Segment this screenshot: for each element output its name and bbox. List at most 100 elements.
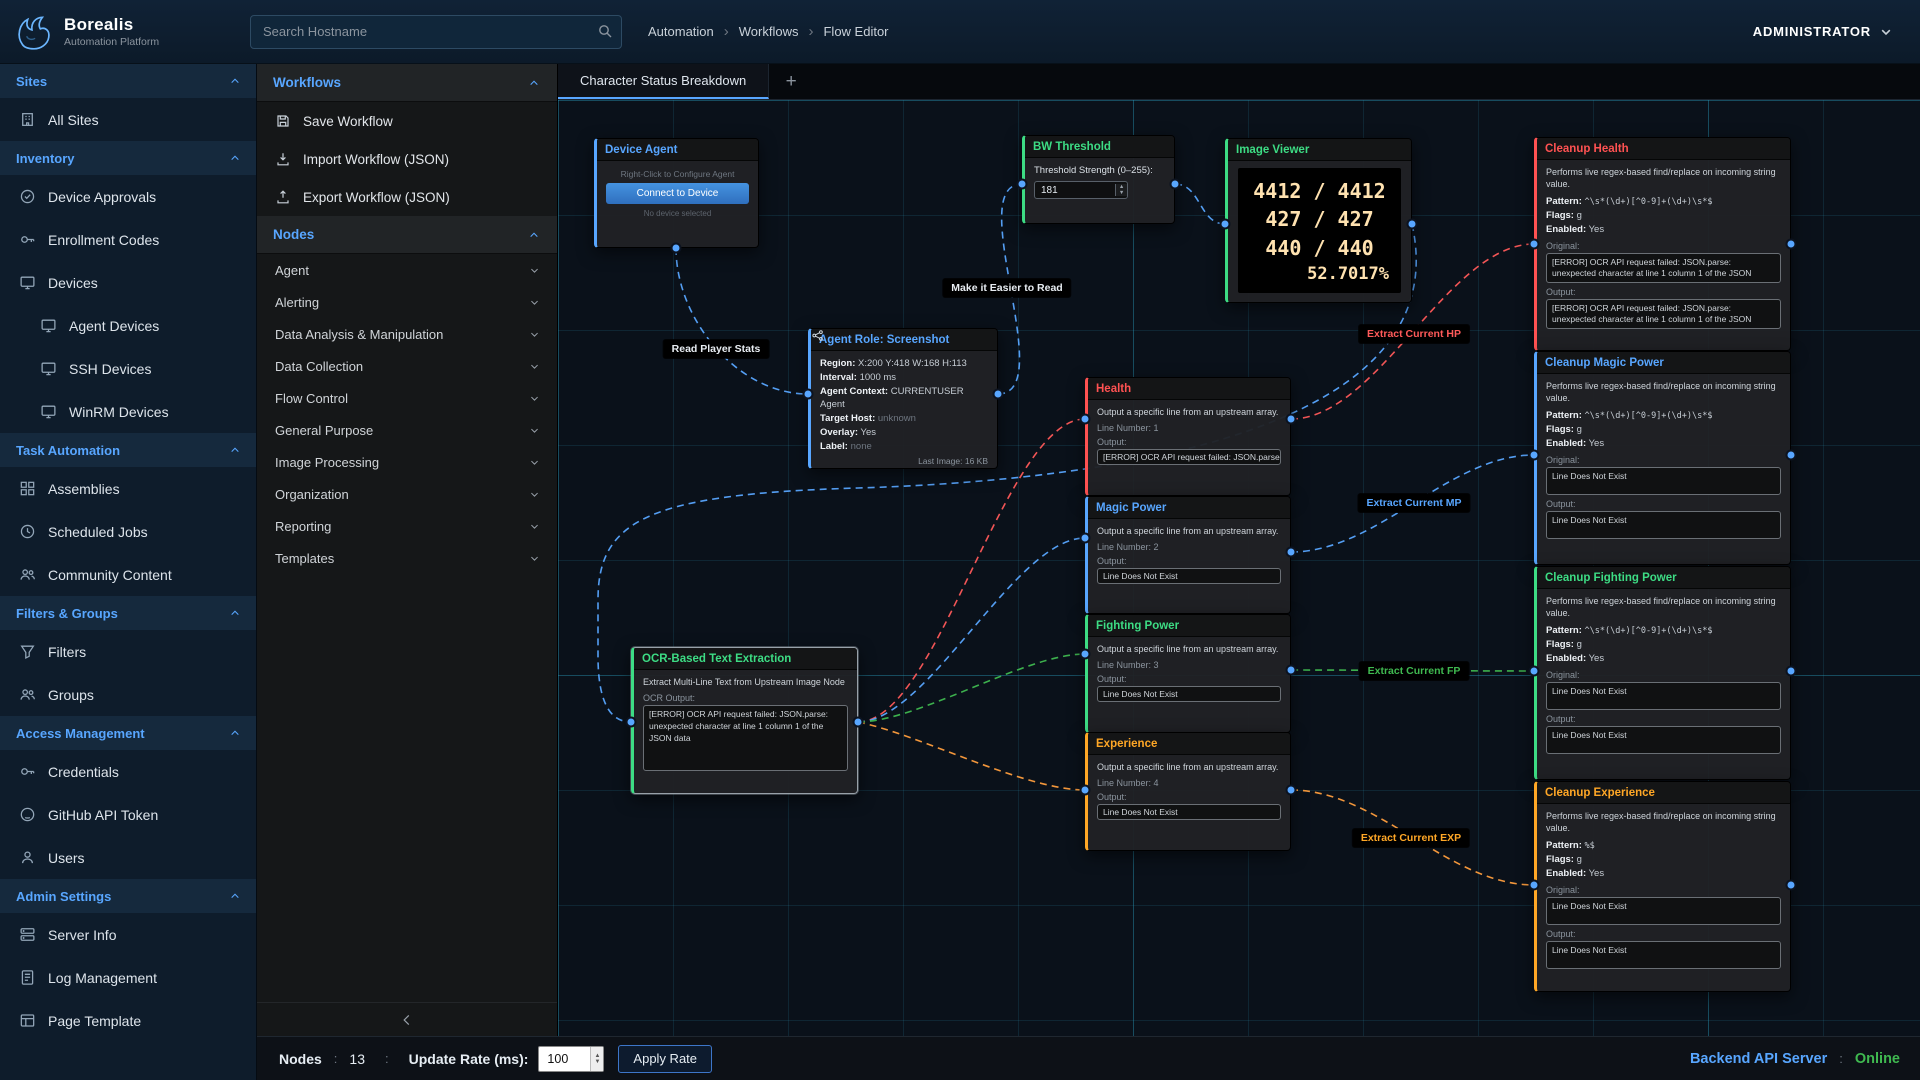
tab-character-status-breakdown[interactable]: Character Status Breakdown [558,64,769,99]
breadcrumb-flow-editor[interactable]: Flow Editor [823,24,888,39]
node-category-alerting[interactable]: Alerting [257,286,557,318]
connection-port[interactable] [1081,650,1090,659]
sidebar-item-label: Agent Devices [69,318,159,334]
sidebar-item-users[interactable]: Users [0,836,256,879]
connection-port[interactable] [1787,240,1796,249]
github-icon [19,806,36,823]
sidebar-item-assemblies[interactable]: Assemblies [0,467,256,510]
spinner-arrows[interactable]: ▲▼ [590,1047,603,1071]
sidebar-item-page-template[interactable]: Page Template [0,999,256,1042]
breadcrumb: Automation › Workflows › Flow Editor [648,23,889,40]
collapse-panel-button[interactable] [257,1002,557,1036]
connection-port[interactable] [994,390,1003,399]
chevron-down-icon [528,392,541,405]
sidebar-item-devices[interactable]: Devices [0,261,256,304]
sidebar-item-label: Scheduled Jobs [48,524,148,540]
export-icon [275,189,291,205]
chevron-down-icon [528,424,541,437]
connection-port[interactable] [1408,220,1417,229]
sidebar-item-scheduled-jobs[interactable]: Scheduled Jobs [0,510,256,553]
category-label: Alerting [275,295,319,310]
connection-port[interactable] [1018,180,1027,189]
add-tab-button[interactable]: + [769,64,813,99]
connection-port[interactable] [1530,667,1539,676]
connection-port[interactable] [1530,240,1539,249]
nodes-header[interactable]: Nodes [257,216,557,254]
sidebar-item-all-sites[interactable]: All Sites [0,98,256,141]
save-icon [275,113,291,129]
update-rate-input[interactable]: 100 ▲▼ [538,1046,604,1072]
connection-port[interactable] [1081,415,1090,424]
connection-port[interactable] [1081,534,1090,543]
section-admin-settings[interactable]: Admin Settings [0,879,256,913]
export-workflow-json-button[interactable]: Export Workflow (JSON) [257,178,557,216]
breadcrumb-workflows[interactable]: Workflows [739,24,799,39]
panel-header-label: Workflows [273,75,341,90]
connection-port[interactable] [854,718,863,727]
section-inventory[interactable]: Inventory [0,141,256,175]
clock-icon [19,523,36,540]
node-category-data-collection[interactable]: Data Collection [257,350,557,382]
connection-port[interactable] [1287,415,1296,424]
connection-port[interactable] [804,390,813,399]
search-input[interactable] [250,15,622,49]
workflow-panel: Workflows Save WorkflowImport Workflow (J… [257,64,558,1036]
sidebar-item-ssh-devices[interactable]: SSH Devices [0,347,256,390]
layout-icon [19,1012,36,1029]
chevron-down-icon [528,488,541,501]
save-workflow-button[interactable]: Save Workflow [257,102,557,140]
person-icon [19,849,36,866]
sidebar-item-community-content[interactable]: Community Content [0,553,256,596]
sidebar-item-label: SSH Devices [69,361,151,377]
connection-port[interactable] [1787,667,1796,676]
section-task-automation[interactable]: Task Automation [0,433,256,467]
connection-port[interactable] [1530,451,1539,460]
workflows-header[interactable]: Workflows [257,64,557,102]
node-category-image-processing[interactable]: Image Processing [257,446,557,478]
section-access-management[interactable]: Access Management [0,716,256,750]
connection-port[interactable] [1787,881,1796,890]
import-workflow-json-button[interactable]: Import Workflow (JSON) [257,140,557,178]
monitor-icon [19,274,36,291]
sidebar-item-enrollment-codes[interactable]: Enrollment Codes [0,218,256,261]
node-category-flow-control[interactable]: Flow Control [257,382,557,414]
sidebar-item-groups[interactable]: Groups [0,673,256,716]
search-icon [597,23,613,44]
connection-port[interactable] [1287,548,1296,557]
sidebar-item-agent-devices[interactable]: Agent Devices [0,304,256,347]
breadcrumb-automation[interactable]: Automation [648,24,714,39]
connection-port[interactable] [1530,881,1539,890]
node-category-data-analysis-manipulation[interactable]: Data Analysis & Manipulation [257,318,557,350]
section-sites[interactable]: Sites [0,64,256,98]
node-category-reporting[interactable]: Reporting [257,510,557,542]
connection-port[interactable] [1081,786,1090,795]
sidebar-item-device-approvals[interactable]: Device Approvals [0,175,256,218]
connection-port[interactable] [672,244,681,253]
flow-canvas[interactable]: Device AgentRight-Click to Configure Age… [558,100,1920,1036]
sidebar-item-credentials[interactable]: Credentials [0,750,256,793]
sidebar-item-github-api-token[interactable]: GitHub API Token [0,793,256,836]
sidebar-item-log-management[interactable]: Log Management [0,956,256,999]
import-icon [275,151,291,167]
node-category-general-purpose[interactable]: General Purpose [257,414,557,446]
section-filters-groups[interactable]: Filters & Groups [0,596,256,630]
user-menu[interactable]: ADMINISTRATOR [1753,24,1894,40]
apply-rate-button[interactable]: Apply Rate [618,1045,712,1073]
sidebar-item-label: GitHub API Token [48,807,158,823]
connection-port[interactable] [1787,451,1796,460]
sidebar-item-winrm-devices[interactable]: WinRM Devices [0,390,256,433]
update-rate-value: 100 [547,1052,568,1066]
node-category-agent[interactable]: Agent [257,254,557,286]
node-category-templates[interactable]: Templates [257,542,557,574]
connection-port[interactable] [1287,666,1296,675]
sidebar-item-label: WinRM Devices [69,404,169,420]
connection-port[interactable] [1171,180,1180,189]
connection-port[interactable] [627,718,636,727]
connection-port[interactable] [1221,220,1230,229]
sidebar-item-server-info[interactable]: Server Info [0,913,256,956]
sidebar-item-label: Users [48,850,85,866]
node-category-organization[interactable]: Organization [257,478,557,510]
sidebar-item-label: Assemblies [48,481,120,497]
connection-port[interactable] [1287,786,1296,795]
sidebar-item-filters[interactable]: Filters [0,630,256,673]
